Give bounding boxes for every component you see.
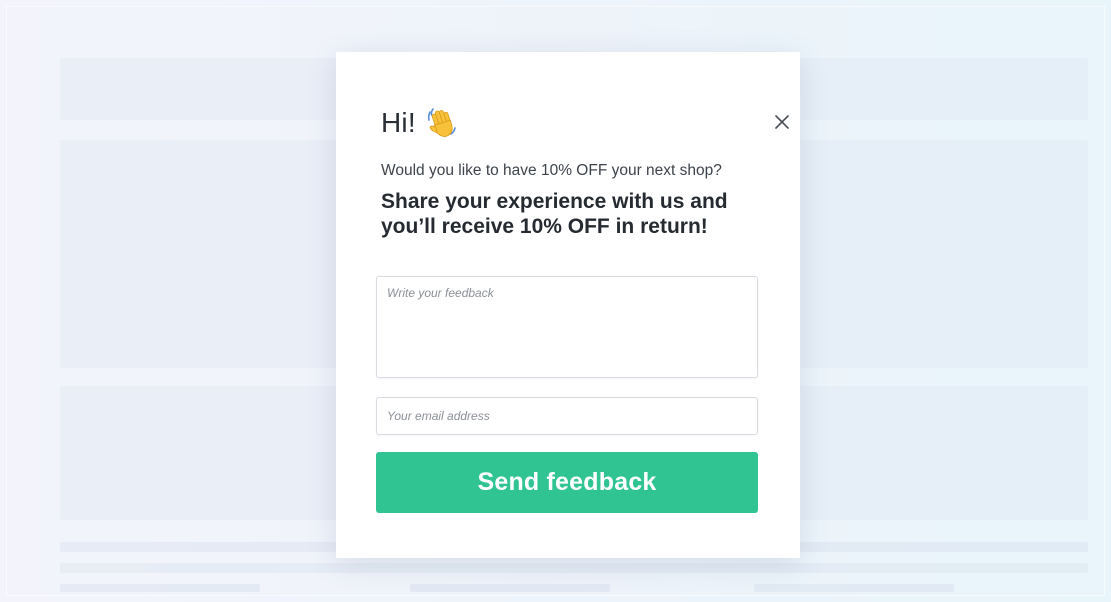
offer-headline: Share your experience with us and you’ll… bbox=[381, 190, 728, 238]
greeting-text: Hi! bbox=[381, 107, 416, 138]
send-feedback-button[interactable]: Send feedback bbox=[376, 452, 758, 513]
background-footer-placeholder bbox=[754, 584, 954, 592]
offer-question: Would you like to have 10% OFF your next… bbox=[381, 162, 722, 179]
feedback-textarea[interactable] bbox=[376, 276, 758, 378]
background-text-placeholder bbox=[60, 563, 1088, 573]
close-button[interactable] bbox=[772, 112, 792, 132]
background-footer-placeholder bbox=[60, 584, 260, 592]
close-icon bbox=[775, 115, 789, 129]
waving-hand-icon bbox=[427, 108, 456, 137]
feedback-modal: Hi! Would you like to have 10% OFF your … bbox=[336, 52, 800, 558]
email-field[interactable] bbox=[376, 397, 758, 435]
background-footer-placeholder bbox=[410, 584, 610, 592]
greeting: Hi! bbox=[381, 106, 458, 140]
